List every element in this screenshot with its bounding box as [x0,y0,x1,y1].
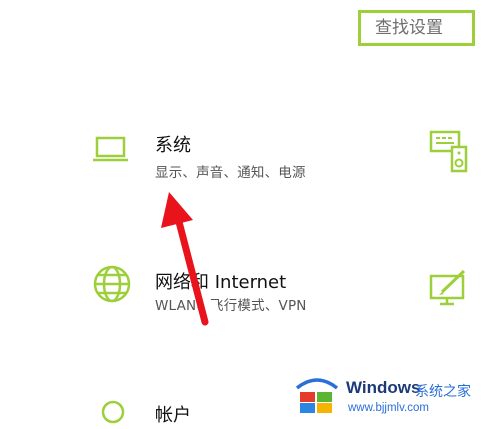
tile-accounts[interactable]: 帐户 [80,395,280,426]
search-input[interactable] [361,13,472,43]
watermark-brand: Windows [346,378,421,397]
windows-logo-icon [294,374,340,420]
watermark-cn: 系统之家 [415,384,471,400]
watermark-url: www.bjjmlv.com [348,402,429,414]
tile-network-title: 网络和 Internet [155,272,287,293]
globe-icon [92,264,132,308]
tile-network[interactable]: 网络和 Internet WLAN、飞行模式、VPN [80,260,350,322]
red-arrow-icon [161,192,209,326]
tile-system[interactable]: 系统 显示、声音、通知、电源 [80,125,340,187]
tile-system-description: 显示、声音、通知、电源 [155,165,306,181]
watermark: Windows 系统之家 www.bjjmlv.com [292,372,481,422]
tile-accounts-title: 帐户 [155,405,191,426]
tile-network-description: WLAN、飞行模式、VPN [155,298,307,314]
display-pen-icon [428,268,472,312]
keyboard-speaker-icon [428,129,472,177]
laptop-icon [92,135,132,169]
tile-devices[interactable] [420,125,481,175]
search-box[interactable] [358,10,475,46]
tile-system-title: 系统 [155,135,191,156]
tile-personalization[interactable] [420,262,481,312]
account-icon [100,399,126,429]
